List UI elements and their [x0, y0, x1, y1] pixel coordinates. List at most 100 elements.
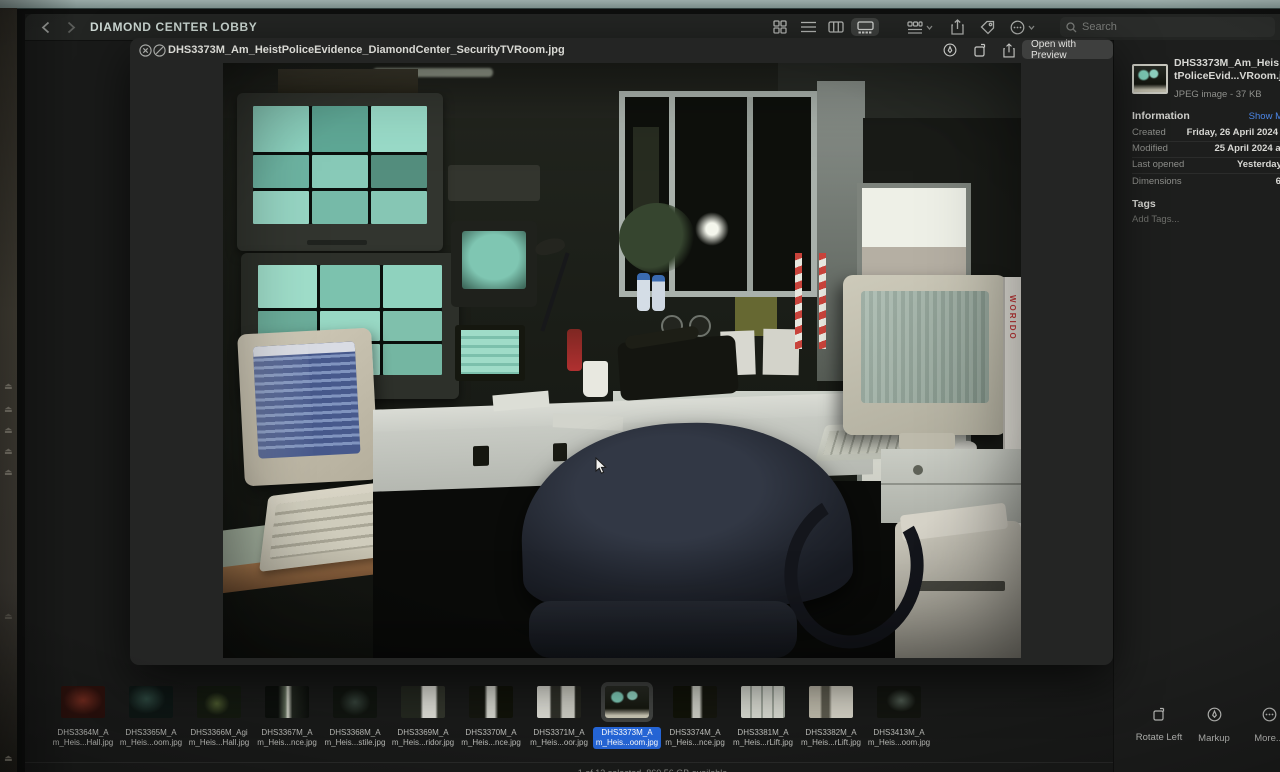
preview-sidebar: DHS3373M_Am_HeistPoliceEvid...VRoom.jp J…: [1113, 40, 1280, 772]
list-view-button[interactable]: [798, 18, 818, 36]
search-input[interactable]: Search: [1060, 17, 1275, 37]
screen-top-bezel: [0, 0, 1280, 9]
forward-button[interactable]: [61, 18, 81, 36]
back-button[interactable]: [35, 18, 55, 36]
markup-icon[interactable]: [942, 42, 958, 58]
open-with-preview-button[interactable]: Open with Preview: [1022, 40, 1113, 59]
zoom-icon[interactable]: [151, 42, 167, 58]
photo-water-bottles: [637, 273, 650, 311]
photo-power-socket: [553, 443, 567, 461]
information-header: Information: [1132, 110, 1190, 122]
eject-icon[interactable]: ⏏: [4, 469, 13, 478]
photo-desk-lamp-head: [534, 236, 567, 258]
photo-office-chair-seat: [529, 601, 797, 658]
filmstrip-item[interactable]: DHS3371M_Am_Heis...oor.jpg: [525, 678, 593, 762]
photo-binder-label: WORIDO: [1008, 295, 1017, 341]
filmstrip-item[interactable]: DHS3381M_Am_Heis...rLift.jpg: [729, 678, 797, 762]
photo-fire-extinguisher: [567, 329, 582, 371]
photo-power-socket: [473, 446, 489, 467]
filmstrip-item[interactable]: DHS3369M_Am_Heis...ridor.jpg: [389, 678, 457, 762]
add-tags-field[interactable]: Add Tags...: [1132, 214, 1179, 225]
window-title: DIAMOND CENTER LOBBY: [90, 20, 257, 34]
eject-icon[interactable]: ⏏: [4, 448, 13, 457]
quicklook-header: DHS3373M_Am_HeistPoliceEvidence_DiamondC…: [130, 38, 1113, 63]
share-icon[interactable]: [1001, 42, 1017, 58]
photo-drawer-knob: [913, 465, 923, 475]
thumbnail-image: [809, 686, 853, 718]
group-by-button[interactable]: [905, 18, 935, 36]
background-sidebar-sliver: ⏏ ⏏ ⏏ ⏏ ⏏ ⏏ ⏏: [0, 8, 17, 772]
more-button[interactable]: More...: [1239, 707, 1280, 746]
photo-left-crt-monitor: [237, 328, 379, 487]
markup-icon: [1184, 707, 1244, 722]
rotate-left-button[interactable]: Rotate Left: [1129, 707, 1189, 745]
quicklook-filename: DHS3373M_Am_HeistPoliceEvidence_DiamondC…: [168, 44, 565, 56]
thumbnail-image: [61, 686, 105, 718]
photo-flowers: [619, 203, 695, 273]
photo-striped-pole: [795, 253, 802, 349]
filmstrip-item[interactable]: DHS3368M_Am_Heis...stile.jpg: [321, 678, 389, 762]
filmstrip-item[interactable]: DHS3374M_Am_Heis...nce.jpg: [661, 678, 729, 762]
info-row: Last openedYesterday, 18: [1132, 157, 1280, 174]
filmstrip-item[interactable]: DHS3365M_Am_Heis...oom.jpg: [117, 678, 185, 762]
eject-icon[interactable]: ⏏: [4, 755, 13, 764]
status-text: 1 of 13 selected, 860.56 GB available: [578, 768, 728, 772]
tags-header: Tags: [1132, 198, 1156, 210]
search-placeholder: Search: [1082, 21, 1117, 33]
filmstrip-item[interactable]: DHS3366M_Agim_Heis...Hall.jpg: [185, 678, 253, 762]
filmstrip-item[interactable]: DHS3413M_Am_Heis...oom.jpg: [865, 678, 933, 762]
finder-toolbar: DIAMOND CENTER LOBBY: [25, 14, 1280, 41]
photo-security-tv-room: WORIDO: [223, 63, 1021, 658]
filmstrip-item-selected[interactable]: DHS3373M_Am_Heis...oom.jpg: [593, 678, 661, 762]
rotate-icon[interactable]: [972, 42, 988, 58]
thumbnail-image: [877, 686, 921, 718]
photo-desk-lamp-arm: [540, 252, 569, 331]
photo-vcr-unit: [448, 165, 540, 201]
icon-view-button[interactable]: [770, 18, 790, 36]
mouse-cursor: [595, 457, 607, 480]
info-row: Dimensions640×: [1132, 174, 1280, 190]
filmstrip-item[interactable]: DHS3382M_Am_Heis...rLift.jpg: [797, 678, 865, 762]
eject-icon[interactable]: ⏏: [4, 613, 13, 622]
rotate-left-icon: [1129, 707, 1189, 721]
file-name: DHS3373M_Am_HeistPoliceEvid...VRoom.jp: [1174, 57, 1280, 83]
photo-small-screen: [455, 325, 525, 381]
thumbnail-image: [469, 686, 513, 718]
filmstrip: DHS3364M_Am_Heis...Hall.jpg DHS3365M_Am_…: [25, 678, 1139, 762]
thumbnail-image: [673, 686, 717, 718]
thumbnail-image: [401, 686, 445, 718]
photo-pinned-paper: [763, 329, 800, 376]
share-icon[interactable]: [947, 18, 967, 36]
info-row: Modified25 April 2024 at 14: [1132, 141, 1280, 158]
filmstrip-item[interactable]: DHS3370M_Am_Heis...nce.jpg: [457, 678, 525, 762]
eject-icon[interactable]: ⏏: [4, 427, 13, 436]
more-icon: [1239, 707, 1280, 722]
gallery-view-button[interactable]: [851, 18, 879, 36]
photo-surveillance-monitor-top: [237, 93, 443, 251]
markup-button[interactable]: Markup: [1184, 707, 1244, 746]
file-meta: JPEG image - 37 KB: [1174, 89, 1262, 100]
photo-mug: [583, 361, 608, 397]
thumbnail-image: [265, 686, 309, 718]
search-icon: [1066, 22, 1077, 33]
show-more-link[interactable]: Show M: [1249, 111, 1280, 122]
column-view-button[interactable]: [826, 18, 846, 36]
screen: ⏏ ⏏ ⏏ ⏏ ⏏ ⏏ ⏏ DIAMOND CENTER LOBBY: [0, 0, 1280, 772]
thumbnail-image: [605, 686, 649, 718]
eject-icon[interactable]: ⏏: [4, 406, 13, 415]
photo-shelf-boxes: [278, 69, 418, 96]
filmstrip-item[interactable]: DHS3364M_Am_Heis...Hall.jpg: [49, 678, 117, 762]
thumbnail-image: [741, 686, 785, 718]
photo-small-crt: [451, 221, 537, 307]
file-thumbnail: [1132, 64, 1168, 94]
eject-icon[interactable]: ⏏: [4, 383, 13, 392]
tag-icon[interactable]: [977, 18, 997, 36]
status-bar: 1 of 13 selected, 860.56 GB available: [25, 762, 1280, 772]
filmstrip-item[interactable]: DHS3367M_Am_Heis...nce.jpg: [253, 678, 321, 762]
photo-water-bottles: [652, 275, 665, 311]
photo-lamp-flare: [695, 212, 729, 246]
thumbnail-image: [333, 686, 377, 718]
more-actions-button[interactable]: [1007, 18, 1037, 36]
photo-striped-pole: [819, 253, 826, 349]
photo-right-crt-monitor: [843, 275, 1007, 435]
